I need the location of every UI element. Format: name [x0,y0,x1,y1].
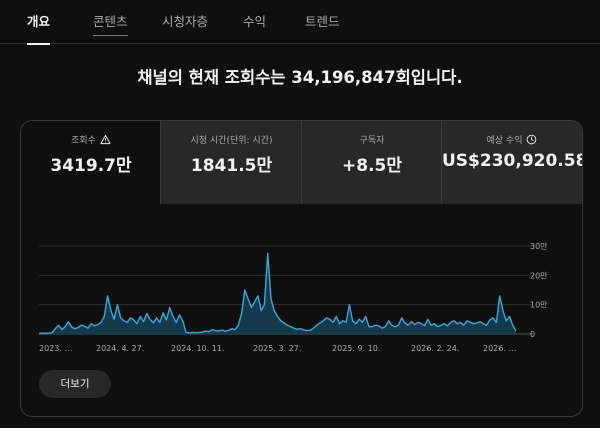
metric-subscribers[interactable]: 구독자 +8.5만 [302,121,442,204]
tab-content[interactable]: 콘텐츠 [93,0,128,44]
x-tick-label: 2026. … [483,344,516,353]
metric-revenue-label: 예상 수익 [486,136,523,146]
y-tick-label: 20만 [530,271,548,280]
metric-estimated-revenue[interactable]: 예상 수익 US$230,920.58 [442,121,582,204]
x-tick-label: 2025. 9. 10. [332,344,380,353]
tab-trends[interactable]: 트렌드 [305,0,340,44]
x-tick-label: 2026. 2. 24. [411,344,459,353]
analytics-card: 조회수 3419.7만 시청 시간(단위: 시간) 1841.5만 구독자 +8… [20,120,583,417]
clock-icon[interactable] [526,134,537,145]
see-more-button[interactable]: 더보기 [39,370,111,398]
metric-watch-time[interactable]: 시청 시간(단위: 시간) 1841.5만 [161,121,302,204]
x-tick-label: 2023. … [39,344,72,353]
metric-tabs: 조회수 3419.7만 시청 시간(단위: 시간) 1841.5만 구독자 +8… [21,121,582,204]
y-tick-label: 30만 [530,242,548,251]
metric-subscribers-label: 구독자 [359,136,385,146]
y-tick-label: 0 [530,330,535,339]
metric-revenue-value: US$230,920.58 [442,151,583,171]
y-tick-label: 10만 [530,301,548,310]
metric-views-value: 3419.7만 [50,156,132,176]
views-series-area [39,253,516,334]
tab-overview[interactable]: 개요 [27,0,51,45]
metric-subscribers-value: +8.5만 [342,156,402,176]
metric-subscribers-label-row: 구독자 [302,133,442,146]
tab-bar: 개요 콘텐츠 시청자층 수익 트렌드 [0,0,600,45]
metric-views-label: 조회수 [71,136,96,146]
page-headline: 채널의 현재 조회수는 34,196,847회입니다. [137,68,463,87]
tab-revenue[interactable]: 수익 [243,0,266,44]
metric-watch-time-label-row: 시청 시간(단위: 시간) [161,133,302,146]
x-tick-label: 2024. 4. 27. [96,344,144,353]
x-tick-label: 2025. 3. 27. [253,344,301,353]
active-tab-underline [27,43,51,45]
metric-watch-time-label: 시청 시간(단위: 시간) [190,136,273,146]
metric-views[interactable]: 조회수 3419.7만 [21,121,161,204]
views-chart[interactable]: 30만 20만 10만 0 2023. … 2024. 4. 27. 2024. 10. 1… [21,204,582,354]
warning-icon[interactable] [100,134,111,145]
x-tick-label: 2024. 10. 11. [171,344,224,353]
tab-content-label: 콘텐츠 [93,14,128,29]
tab-revenue-label: 수익 [243,14,267,29]
tab-audience[interactable]: 시청자층 [162,0,208,44]
tab-overview-label: 개요 [27,14,51,29]
views-chart-svg: 30만 20만 10만 0 2023. … 2024. 4. 27. 2024. 10. 1… [38,242,548,353]
tab-audience-label: 시청자층 [162,14,209,29]
metric-watch-time-value: 1841.5만 [190,156,273,176]
metric-revenue-label-row: 예상 수익 [442,133,582,146]
tab-trends-label: 트렌드 [305,14,340,29]
metric-views-label-row: 조회수 [21,133,161,146]
